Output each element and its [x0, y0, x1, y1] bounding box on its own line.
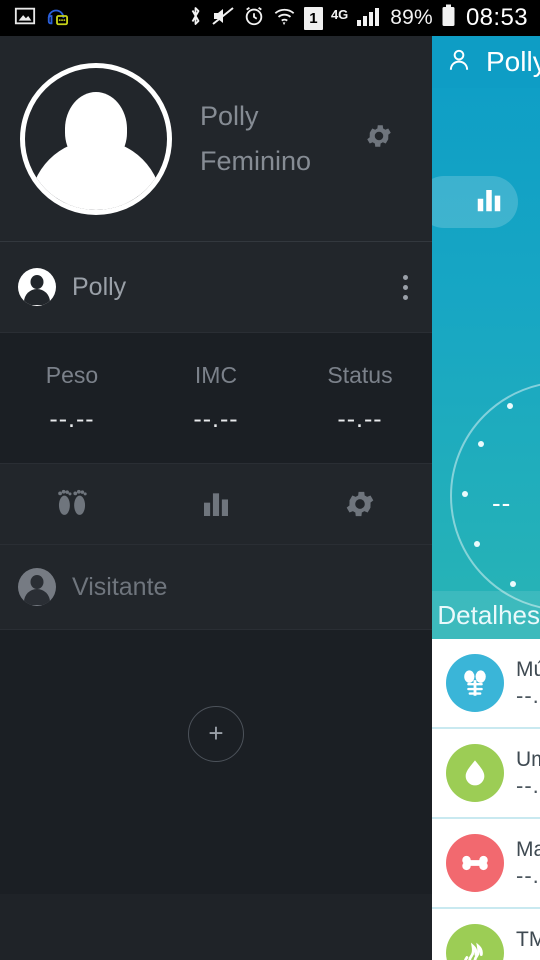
gear-icon — [346, 491, 374, 517]
clock-label: 08:53 — [465, 4, 528, 31]
gauge-tick — [462, 491, 468, 497]
bar-chart-icon — [204, 493, 228, 516]
navigation-drawer: Polly Feminino Polly Peso --.-- IMC --.-… — [0, 36, 432, 960]
gauge-value: -- — [492, 488, 512, 518]
list-item[interactable]: Umidade --.-- — [432, 729, 540, 819]
bone-icon — [446, 834, 504, 892]
flame-icon — [446, 924, 504, 960]
chart-toggle-pill[interactable] — [432, 176, 518, 228]
gear-icon[interactable] — [364, 121, 394, 156]
details-label: Detalhes — [437, 599, 540, 630]
kebab-menu-icon[interactable] — [397, 269, 414, 306]
metric-texts: Massa óssea --.-- — [516, 837, 540, 889]
stat-value: --.-- — [337, 405, 383, 433]
profile-header[interactable]: Polly Feminino — [0, 36, 432, 241]
gauge-tick — [507, 403, 513, 409]
action-measure[interactable] — [0, 485, 144, 523]
list-item[interactable]: Músculo --.-- — [432, 639, 540, 729]
signal-icon — [356, 5, 382, 32]
bar-chart-icon — [474, 185, 504, 220]
plus-icon: + — [208, 718, 224, 748]
avatar — [18, 268, 56, 306]
battery-percent-label: 89% — [390, 6, 433, 29]
status-bar-system: 1 4G 89% 08:53 — [188, 4, 540, 32]
drawer-actions — [0, 464, 432, 544]
avatar-body — [24, 289, 50, 305]
stat-status: Status --.-- — [288, 362, 432, 434]
stat-imc: IMC --.-- — [144, 362, 288, 434]
action-settings[interactable] — [288, 487, 432, 521]
metric-name: TMO — [516, 927, 540, 951]
stat-label: IMC — [194, 362, 238, 388]
profile-name: Polly — [200, 100, 259, 131]
metric-value: --.-- — [516, 953, 540, 960]
avatar[interactable] — [20, 62, 172, 215]
list-item[interactable]: Massa óssea --.-- — [432, 819, 540, 909]
stat-value: --.-- — [193, 405, 239, 433]
metric-name: Massa óssea — [516, 837, 540, 861]
stats-row: Peso --.-- IMC --.-- Status --.-- — [0, 333, 432, 463]
gauge-tick — [478, 441, 484, 447]
action-history[interactable] — [144, 488, 288, 520]
metric-texts: Músculo --.-- — [516, 657, 540, 709]
metric-value: --.-- — [516, 683, 540, 709]
volume-mute-icon — [211, 5, 235, 32]
profile-text: Polly Feminino — [200, 101, 311, 177]
photo-icon — [14, 5, 36, 32]
user-row-visitante[interactable]: Visitante — [0, 545, 432, 629]
app-title: Polly — [486, 46, 540, 77]
network-type-label: 4G — [330, 7, 349, 22]
stat-peso: Peso --.-- — [0, 362, 144, 434]
metric-name: Umidade — [516, 747, 540, 771]
metric-value: --.-- — [516, 773, 540, 799]
person-icon[interactable] — [446, 47, 472, 78]
metric-name: Músculo — [516, 657, 540, 681]
user-name: Visitante — [72, 572, 168, 601]
stat-label: Peso — [45, 362, 99, 388]
wifi-icon — [273, 5, 296, 32]
sim1-icon: 1 — [303, 6, 323, 30]
bluetooth-icon — [188, 5, 203, 32]
status-bar: 1 4G 89% 08:53 — [0, 0, 540, 36]
muscle-icon — [446, 654, 504, 712]
details-tab[interactable]: Detalhes — [432, 591, 540, 639]
stat-label: Status — [327, 362, 393, 388]
avatar-head — [30, 275, 44, 289]
water-drop-icon — [446, 744, 504, 802]
avatar-head — [30, 575, 44, 589]
metrics-list: Músculo --.-- Umidade --.-- Ma — [432, 639, 540, 960]
drawer-footer: + — [0, 630, 432, 894]
list-item[interactable]: TMO --.-- — [432, 909, 540, 960]
add-user-button[interactable]: + — [188, 706, 244, 762]
gauge-tick — [510, 581, 516, 587]
battery-icon — [441, 4, 456, 32]
app-bar: Polly — [432, 36, 540, 88]
footprints-icon — [58, 489, 87, 515]
metric-texts: TMO --.-- — [516, 927, 540, 960]
profile-gender: Feminino — [200, 145, 312, 176]
avatar — [18, 568, 56, 606]
metric-texts: Umidade --.-- — [516, 747, 540, 799]
status-bar-notifications — [0, 5, 69, 32]
avatar-body — [24, 589, 50, 605]
metric-value: --.-- — [516, 863, 540, 889]
app-content: Polly -- Detalhes Mú --. Um --. Ma --. T… — [432, 36, 540, 960]
avatar-body — [30, 139, 162, 210]
stat-value: --.-- — [49, 405, 95, 433]
gauge-tick — [474, 541, 480, 547]
headset-message-icon — [45, 5, 69, 32]
user-name: Polly — [72, 272, 127, 301]
user-row-polly[interactable]: Polly — [0, 242, 432, 332]
alarm-icon — [243, 5, 265, 32]
